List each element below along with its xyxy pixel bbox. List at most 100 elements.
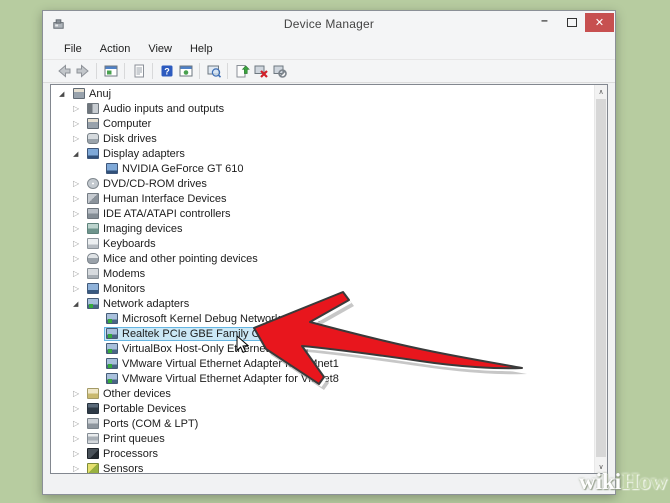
expander-collapsed-icon[interactable]: ▷ <box>73 434 85 443</box>
tree-item-processors[interactable]: ▷Processors <box>51 446 594 461</box>
tree-item-label: NVIDIA GeForce GT 610 <box>122 163 243 175</box>
expander-expanded-icon[interactable]: ◢ <box>59 90 71 98</box>
vertical-scrollbar[interactable]: ∧ ∨ <box>594 85 607 473</box>
tree-item-dvd-cd-rom-drives[interactable]: ▷DVD/CD-ROM drives <box>51 176 594 191</box>
tree-item-content[interactable]: VMware Virtual Ethernet Adapter for VMne… <box>104 372 343 386</box>
menu-help[interactable]: Help <box>181 39 222 59</box>
tree-item-content[interactable]: Display adapters <box>85 147 189 161</box>
tree-item-content[interactable]: Disk drives <box>85 132 161 146</box>
tree-item-content[interactable]: Portable Devices <box>85 402 190 416</box>
tree-item-virtualbox-host-only-ethernet-adapter[interactable]: VirtualBox Host-Only Ethernet Adapter <box>51 341 594 356</box>
tree-item-content[interactable]: DVD/CD-ROM drives <box>85 177 211 191</box>
console-window-icon[interactable] <box>101 62 120 80</box>
tree-item-portable-devices[interactable]: ▷Portable Devices <box>51 401 594 416</box>
show-window-icon[interactable] <box>176 62 195 80</box>
expander-collapsed-icon[interactable]: ▷ <box>73 224 85 233</box>
scan-hardware-changes-icon[interactable] <box>204 62 223 80</box>
tree-item-content[interactable]: NVIDIA GeForce GT 610 <box>104 162 247 176</box>
expander-collapsed-icon[interactable]: ▷ <box>73 254 85 263</box>
tree-item-network-adapters[interactable]: ◢Network adapters <box>51 296 594 311</box>
help-icon[interactable]: ? <box>157 62 176 80</box>
tree-item-nvidia-geforce-gt-610[interactable]: NVIDIA GeForce GT 610 <box>51 161 594 176</box>
tree-item-content[interactable]: Computer <box>85 117 155 131</box>
tree-item-vmware-virtual-ethernet-adapter-for-vmnet1[interactable]: VMware Virtual Ethernet Adapter for VMne… <box>51 356 594 371</box>
modem-icon <box>87 268 99 279</box>
expander-expanded-icon[interactable]: ◢ <box>73 300 85 308</box>
tree-item-imaging-devices[interactable]: ▷Imaging devices <box>51 221 594 236</box>
tree-item-content[interactable]: Print queues <box>85 432 169 446</box>
tree-item-content[interactable]: Mice and other pointing devices <box>85 252 262 266</box>
tree-item-human-interface-devices[interactable]: ▷Human Interface Devices <box>51 191 594 206</box>
tree-item-content[interactable]: IDE ATA/ATAPI controllers <box>85 207 235 221</box>
back-icon[interactable] <box>54 62 73 80</box>
tree-item-content[interactable]: Human Interface Devices <box>85 192 231 206</box>
tree-item-realtek-pcie-gbe-family-controller[interactable]: Realtek PCIe GBE Family Controller <box>51 326 594 341</box>
window-title: Device Manager <box>43 17 615 31</box>
menu-file[interactable]: File <box>55 39 91 59</box>
tree-item-content[interactable]: Microsoft Kernel Debug Network Adapter <box>104 312 325 326</box>
disable-device-icon[interactable] <box>270 62 289 80</box>
tree-item-anuj[interactable]: ◢ Anuj <box>51 86 594 101</box>
expander-collapsed-icon[interactable]: ▷ <box>73 404 85 413</box>
tree-item-keyboards[interactable]: ▷Keyboards <box>51 236 594 251</box>
tree-item-microsoft-kernel-debug-network-adapter[interactable]: Microsoft Kernel Debug Network Adapter <box>51 311 594 326</box>
tree-item-computer[interactable]: ▷Computer <box>51 116 594 131</box>
tree-item-content[interactable]: Other devices <box>85 387 175 401</box>
maximize-button[interactable] <box>558 13 585 32</box>
expander-collapsed-icon[interactable]: ▷ <box>73 179 85 188</box>
tree-item-content[interactable]: Audio inputs and outputs <box>85 102 228 116</box>
expander-collapsed-icon[interactable]: ▷ <box>73 194 85 203</box>
expander-collapsed-icon[interactable]: ▷ <box>73 104 85 113</box>
tree-item-content[interactable]: Sensors <box>85 462 147 475</box>
tree-item-monitors[interactable]: ▷Monitors <box>51 281 594 296</box>
tree-item-disk-drives[interactable]: ▷Disk drives <box>51 131 594 146</box>
expander-collapsed-icon[interactable]: ▷ <box>73 419 85 428</box>
tree-item-label: Anuj <box>89 88 111 100</box>
expander-collapsed-icon[interactable]: ▷ <box>73 464 85 473</box>
tree-item-other-devices[interactable]: ▷Other devices <box>51 386 594 401</box>
expander-collapsed-icon[interactable]: ▷ <box>73 389 85 398</box>
close-button[interactable]: ✕ <box>585 13 614 32</box>
expander-collapsed-icon[interactable]: ▷ <box>73 449 85 458</box>
tree-item-content[interactable]: VMware Virtual Ethernet Adapter for VMne… <box>104 357 343 371</box>
wikihow-watermark: wikiHow <box>579 469 667 495</box>
expander-collapsed-icon[interactable]: ▷ <box>73 284 85 293</box>
expander-collapsed-icon[interactable]: ▷ <box>73 119 85 128</box>
tree-item-content[interactable]: Imaging devices <box>85 222 187 236</box>
tree-item-ports-com-lpt[interactable]: ▷Ports (COM & LPT) <box>51 416 594 431</box>
tree-item-content[interactable]: VirtualBox Host-Only Ethernet Adapter <box>104 342 314 356</box>
tree-item-content[interactable]: Monitors <box>85 282 149 296</box>
disk-drive-icon <box>87 133 99 144</box>
scroll-up-icon[interactable]: ∧ <box>595 85 607 98</box>
menu-view[interactable]: View <box>139 39 181 59</box>
expander-collapsed-icon[interactable]: ▷ <box>73 239 85 248</box>
tree-item-vmware-virtual-ethernet-adapter-for-vmnet8[interactable]: VMware Virtual Ethernet Adapter for VMne… <box>51 371 594 386</box>
update-driver-icon[interactable] <box>232 62 251 80</box>
tree-item-content[interactable]: Ports (COM & LPT) <box>85 417 202 431</box>
forward-icon[interactable] <box>73 62 92 80</box>
tree-item-ide-ata-atapi-controllers[interactable]: ▷IDE ATA/ATAPI controllers <box>51 206 594 221</box>
tree-item-content[interactable]: Keyboards <box>85 237 160 251</box>
tree-item-selection[interactable]: Realtek PCIe GBE Family Controller <box>104 327 303 341</box>
tree-item-display-adapters[interactable]: ◢Display adapters <box>51 146 594 161</box>
tree-item-print-queues[interactable]: ▷Print queues <box>51 431 594 446</box>
tree-item-content[interactable]: Network adapters <box>85 297 193 311</box>
menu-action[interactable]: Action <box>91 39 140 59</box>
properties-icon[interactable] <box>129 62 148 80</box>
tree-item-modems[interactable]: ▷Modems <box>51 266 594 281</box>
title-bar[interactable]: Device Manager – ✕ <box>43 11 615 39</box>
scrollbar-thumb[interactable] <box>596 99 606 457</box>
minimize-button[interactable]: – <box>531 13 558 32</box>
expander-expanded-icon[interactable]: ◢ <box>73 150 85 158</box>
tree-item-content[interactable]: Anuj <box>71 87 115 101</box>
tree-item-content[interactable]: Modems <box>85 267 149 281</box>
expander-collapsed-icon[interactable]: ▷ <box>73 269 85 278</box>
expander-collapsed-icon[interactable]: ▷ <box>73 209 85 218</box>
expander-collapsed-icon[interactable]: ▷ <box>73 134 85 143</box>
tree-item-audio-inputs-and-outputs[interactable]: ▷Audio inputs and outputs <box>51 101 594 116</box>
processor-icon <box>87 448 99 459</box>
tree-item-content[interactable]: Processors <box>85 447 162 461</box>
uninstall-device-icon[interactable] <box>251 62 270 80</box>
tree-item-mice-and-other-pointing-devices[interactable]: ▷Mice and other pointing devices <box>51 251 594 266</box>
tree-item-sensors[interactable]: ▷Sensors <box>51 461 594 474</box>
